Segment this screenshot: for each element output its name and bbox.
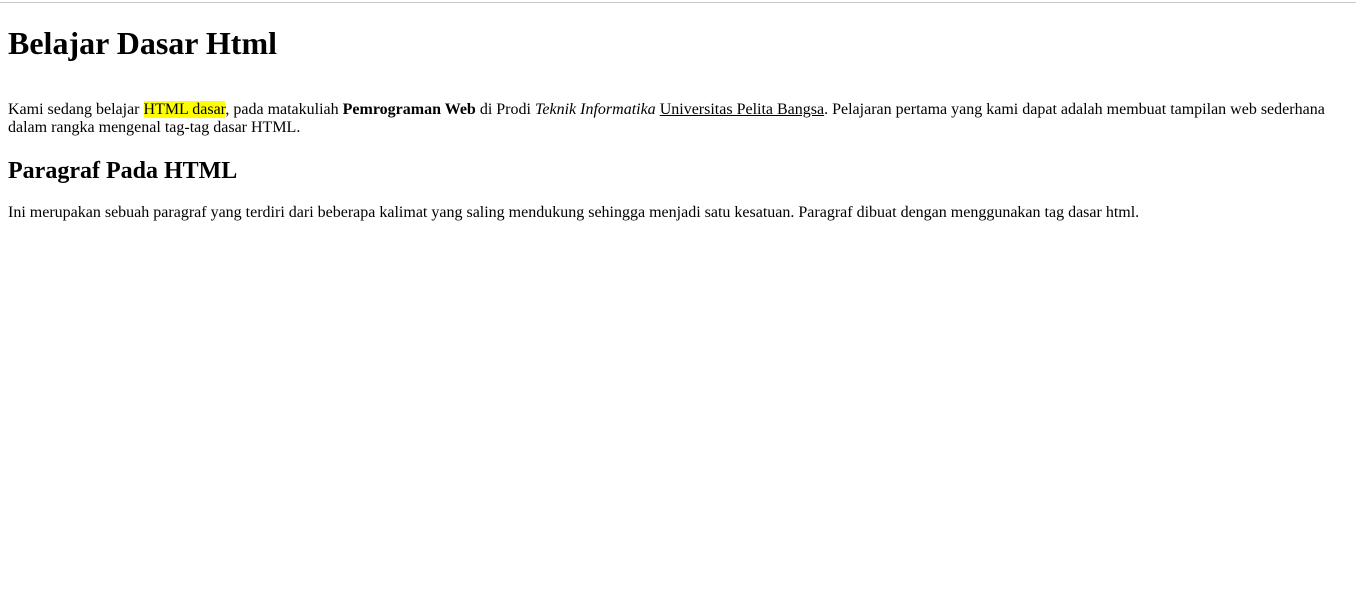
italic-text: Teknik Informatika <box>534 101 656 118</box>
browser-top-border <box>0 2 1356 3</box>
highlighted-text: HTML dasar <box>143 101 226 118</box>
page-title: Belajar Dasar Html <box>8 25 277 61</box>
intro-paragraph: Kami sedang belajar HTML dasar, pada mat… <box>8 101 1344 137</box>
underlined-text: Universitas Pelita Bangsa <box>659 101 825 118</box>
paragraph-text: Ini merupakan sebuah paragraf yang terdi… <box>8 204 1140 221</box>
bold-text: Pemrograman Web <box>342 101 476 118</box>
intro-text-1: Kami sedang belajar <box>8 101 144 118</box>
section-heading: Paragraf Pada HTML <box>8 158 238 184</box>
intro-text-3: di Prodi <box>475 101 535 118</box>
intro-text-2: , pada matakuliah <box>225 101 343 118</box>
